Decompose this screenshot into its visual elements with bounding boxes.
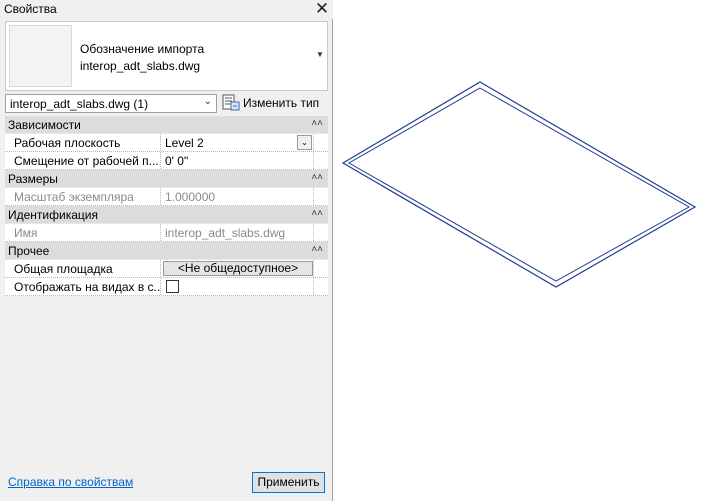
instance-filter-value: interop_adt_slabs.dwg (1) xyxy=(10,97,149,111)
properties-help-link[interactable]: Справка по свойствам xyxy=(8,475,133,489)
collapse-icon[interactable]: ˄˄ xyxy=(311,207,323,221)
window-title: Свойства xyxy=(4,2,57,16)
property-row-show-in-views[interactable]: Отображать на видах в с... xyxy=(5,278,328,296)
chevron-down-icon[interactable]: ▼ xyxy=(315,50,325,60)
group-label: Размеры xyxy=(8,172,58,186)
property-name: Рабочая плоскость xyxy=(5,134,161,151)
edit-type-icon xyxy=(222,94,240,111)
chevron-down-icon[interactable]: ⌄ xyxy=(204,96,212,107)
property-name: Масштаб экземпляра xyxy=(5,188,161,205)
slab-drawing[interactable] xyxy=(334,0,709,501)
properties-titlebar: Свойства ✕ xyxy=(0,0,333,19)
property-row-work-plane[interactable]: Рабочая плоскость Level 2 ⌄ xyxy=(5,134,328,152)
property-name: Отображать на видах в с... xyxy=(5,278,161,295)
group-label: Прочее xyxy=(8,244,50,258)
properties-panel: Свойства ✕ Обозначение импорта interop_a… xyxy=(0,0,333,501)
property-name: Смещение от рабочей п... xyxy=(5,152,161,169)
apply-button[interactable]: Применить xyxy=(252,472,325,493)
slab-outline-inner xyxy=(347,87,691,282)
properties-grid: Зависимости ˄˄ Рабочая плоскость Level 2… xyxy=(5,116,328,298)
property-name: Общая площадка xyxy=(5,260,161,277)
collapse-icon[interactable]: ˄˄ xyxy=(311,117,323,131)
property-value[interactable]: Level 2 ⌄ xyxy=(162,134,314,151)
type-family-label: Обозначение импорта xyxy=(80,42,205,56)
property-value: 1.000000 xyxy=(162,188,314,205)
property-row-offset[interactable]: Смещение от рабочей п... 0' 0" xyxy=(5,152,328,170)
group-dimensions[interactable]: Размеры ˄˄ xyxy=(5,170,328,188)
edit-type-button[interactable]: Изменить тип xyxy=(221,93,331,113)
group-other[interactable]: Прочее ˄˄ xyxy=(5,242,328,260)
work-plane-value: Level 2 xyxy=(165,136,204,150)
collapse-icon[interactable]: ˄˄ xyxy=(311,243,323,257)
property-row-name: Имя interop_adt_slabs.dwg xyxy=(5,224,328,242)
edit-type-label: Изменить тип xyxy=(243,96,320,110)
slab-outline-outer[interactable] xyxy=(341,81,697,288)
property-value[interactable]: 0' 0" xyxy=(162,152,314,169)
show-in-views-checkbox[interactable] xyxy=(166,280,179,293)
group-label: Идентификация xyxy=(8,208,98,222)
property-value[interactable]: <Не общедоступное> xyxy=(162,260,314,277)
drawing-viewport[interactable] xyxy=(334,0,709,501)
collapse-icon[interactable]: ˄˄ xyxy=(311,171,323,185)
group-identity[interactable]: Идентификация ˄˄ xyxy=(5,206,328,224)
type-name-label: interop_adt_slabs.dwg xyxy=(80,59,201,73)
chevron-down-icon[interactable]: ⌄ xyxy=(297,135,312,150)
property-value: interop_adt_slabs.dwg xyxy=(162,224,314,241)
shared-site-button[interactable]: <Не общедоступное> xyxy=(163,261,313,276)
property-row-shared-site[interactable]: Общая площадка <Не общедоступное> xyxy=(5,260,328,278)
instance-filter-dropdown[interactable]: interop_adt_slabs.dwg (1) ⌄ xyxy=(5,94,217,113)
group-constraints[interactable]: Зависимости ˄˄ xyxy=(5,116,328,134)
property-name: Имя xyxy=(5,224,161,241)
property-row-instance-scale: Масштаб экземпляра 1.000000 xyxy=(5,188,328,206)
close-icon[interactable]: ✕ xyxy=(314,0,330,19)
property-value[interactable] xyxy=(162,278,314,295)
type-preview-image xyxy=(9,25,72,87)
type-selector[interactable]: Обозначение импорта interop_adt_slabs.dw… xyxy=(5,21,328,91)
group-label: Зависимости xyxy=(8,118,81,132)
